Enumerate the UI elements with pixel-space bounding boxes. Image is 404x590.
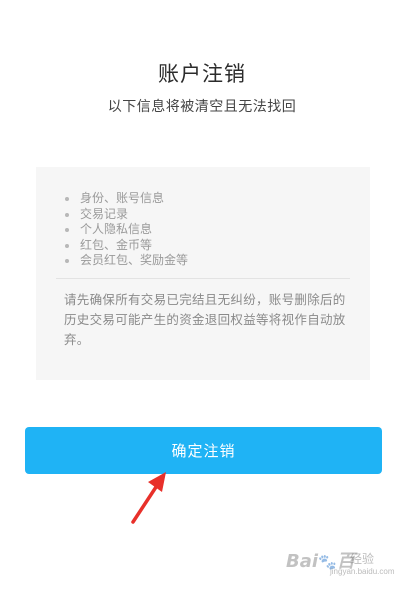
baidu-jingyan-watermark: Bai🐾百 经验 jingyan.baidu.com [286,547,396,581]
info-item-transactions: 交易记录 [64,207,188,223]
info-item-privacy: 个人隐私信息 [64,222,188,238]
info-item-redpacket-coins: 红包、金币等 [64,238,188,254]
page-subtitle: 以下信息将被清空且无法找回 [107,99,297,115]
info-item-member-rewards: 会员红包、奖励金等 [64,253,188,269]
divider [56,278,350,279]
watermark-url: jingyan.baidu.com [330,567,395,576]
notice-text: 请先确保所有交易已完结且无纠纷，账号删除后的历史交易可能产生的资金退回权益等将视… [64,292,346,347]
watermark-text: 经验 [350,552,375,566]
info-panel: 身份、账号信息 交易记录 个人隐私信息 红包、金币等 会员红包、奖励金等 请先确… [36,167,370,380]
info-list: 身份、账号信息 交易记录 个人隐私信息 红包、金币等 会员红包、奖励金等 [64,191,188,269]
red-arrow-icon [131,472,166,524]
info-item-identity: 身份、账号信息 [64,191,188,207]
confirm-deactivate-button[interactable]: 确定注销 [25,427,382,474]
page-title: 账户注销 [158,62,246,86]
confirm-button-label: 确定注销 [171,442,236,460]
